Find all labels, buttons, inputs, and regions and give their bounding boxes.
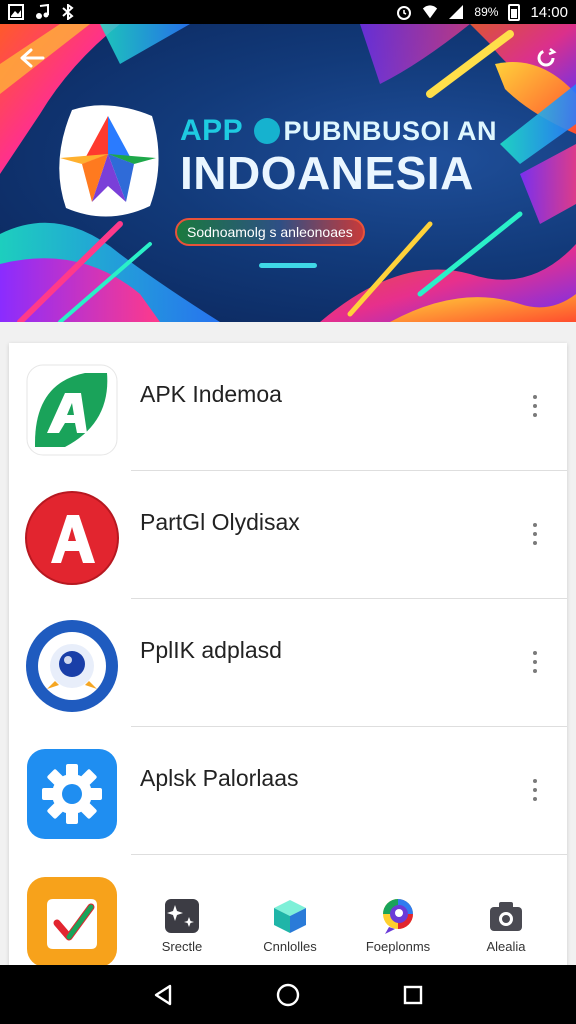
gear-icon (27, 749, 117, 839)
banner-title-app: APP (180, 114, 243, 147)
tab-cnnlolles[interactable]: Cnnlolles (240, 897, 340, 954)
app-screen: 89% 14:00 APP PUBNBUSOI AN INDOANESIA So… (0, 0, 576, 1024)
wifi-icon (422, 4, 438, 20)
more-options-button[interactable] (527, 391, 543, 421)
status-bar: 89% 14:00 (0, 0, 576, 24)
more-options-button[interactable] (527, 519, 543, 549)
triangle-back-icon (154, 984, 171, 1005)
app-name: APK Indemoa (140, 381, 282, 407)
blue-camera-icon (26, 620, 118, 712)
tab-label: Srectle (161, 938, 203, 954)
tab-label: Foeplonms (365, 938, 431, 954)
camera-icon (490, 901, 522, 931)
app-name: PartGl Olydisax (140, 509, 300, 535)
circle-home-icon (276, 983, 300, 1006)
app-name: Aplsk Palorlaas (140, 765, 299, 791)
bluetooth-notification-icon (60, 4, 76, 20)
checkmark-icon (27, 877, 117, 967)
banner-title-line1: APP PUBNBUSOI AN (180, 114, 497, 148)
tab-srectle[interactable]: Srectle (132, 897, 232, 954)
list-item[interactable]: PplIK adplasd (9, 599, 567, 727)
nav-home-button[interactable] (268, 975, 308, 1015)
list-item[interactable]: PartGl Olydisax (9, 471, 567, 599)
hero-banner: APP PUBNBUSOI AN INDOANESIA Sodnoamolg s… (0, 24, 576, 322)
square-recents-icon (404, 985, 423, 1004)
alarm-icon (396, 4, 412, 20)
tab-label: Alealia (486, 938, 526, 954)
nav-back-button[interactable] (143, 975, 183, 1015)
carousel-indicator[interactable] (259, 263, 317, 268)
banner-title-line2: INDOANESIA (180, 147, 474, 199)
back-button[interactable] (16, 44, 48, 72)
green-a-icon (26, 364, 118, 456)
tab-alealia[interactable]: Alealia (456, 897, 556, 954)
music-notification-icon (34, 4, 50, 20)
signal-icon (448, 4, 464, 20)
banner-tagline: Sodnoamolg s anleonoaes (175, 218, 365, 246)
nav-recents-button[interactable] (393, 975, 433, 1015)
sparkle-image-icon (165, 898, 199, 933)
tab-label: Cnnlolles (263, 938, 317, 954)
share-button[interactable] (530, 44, 562, 72)
more-options-button[interactable] (527, 647, 543, 677)
system-nav-bar (0, 965, 576, 1024)
chat-bubble-icon (383, 898, 413, 934)
bottom-tab-bar: Srectle Cnnlolles Foeplonms Alealia (128, 885, 560, 965)
list-item[interactable]: APK Indemoa (9, 343, 567, 471)
tab-foeplonms[interactable]: Foeplonms (348, 897, 448, 954)
arrow-left-icon (20, 48, 45, 68)
banner-title-sub: PUBNBUSOI AN (283, 116, 498, 146)
more-options-button[interactable] (527, 775, 543, 805)
list-item[interactable]: Aplsk Palorlaas (9, 727, 567, 855)
globe-icon (253, 118, 280, 144)
status-time: 14:00 (530, 3, 568, 21)
cube-icon (274, 899, 306, 933)
app-name: PplIK adplasd (140, 637, 282, 663)
gallery-notification-icon (8, 4, 24, 20)
share-icon (537, 48, 557, 67)
battery-icon (508, 3, 521, 21)
battery-percent: 89% (474, 5, 499, 19)
app-logo (52, 102, 164, 222)
red-a-icon (25, 491, 119, 585)
